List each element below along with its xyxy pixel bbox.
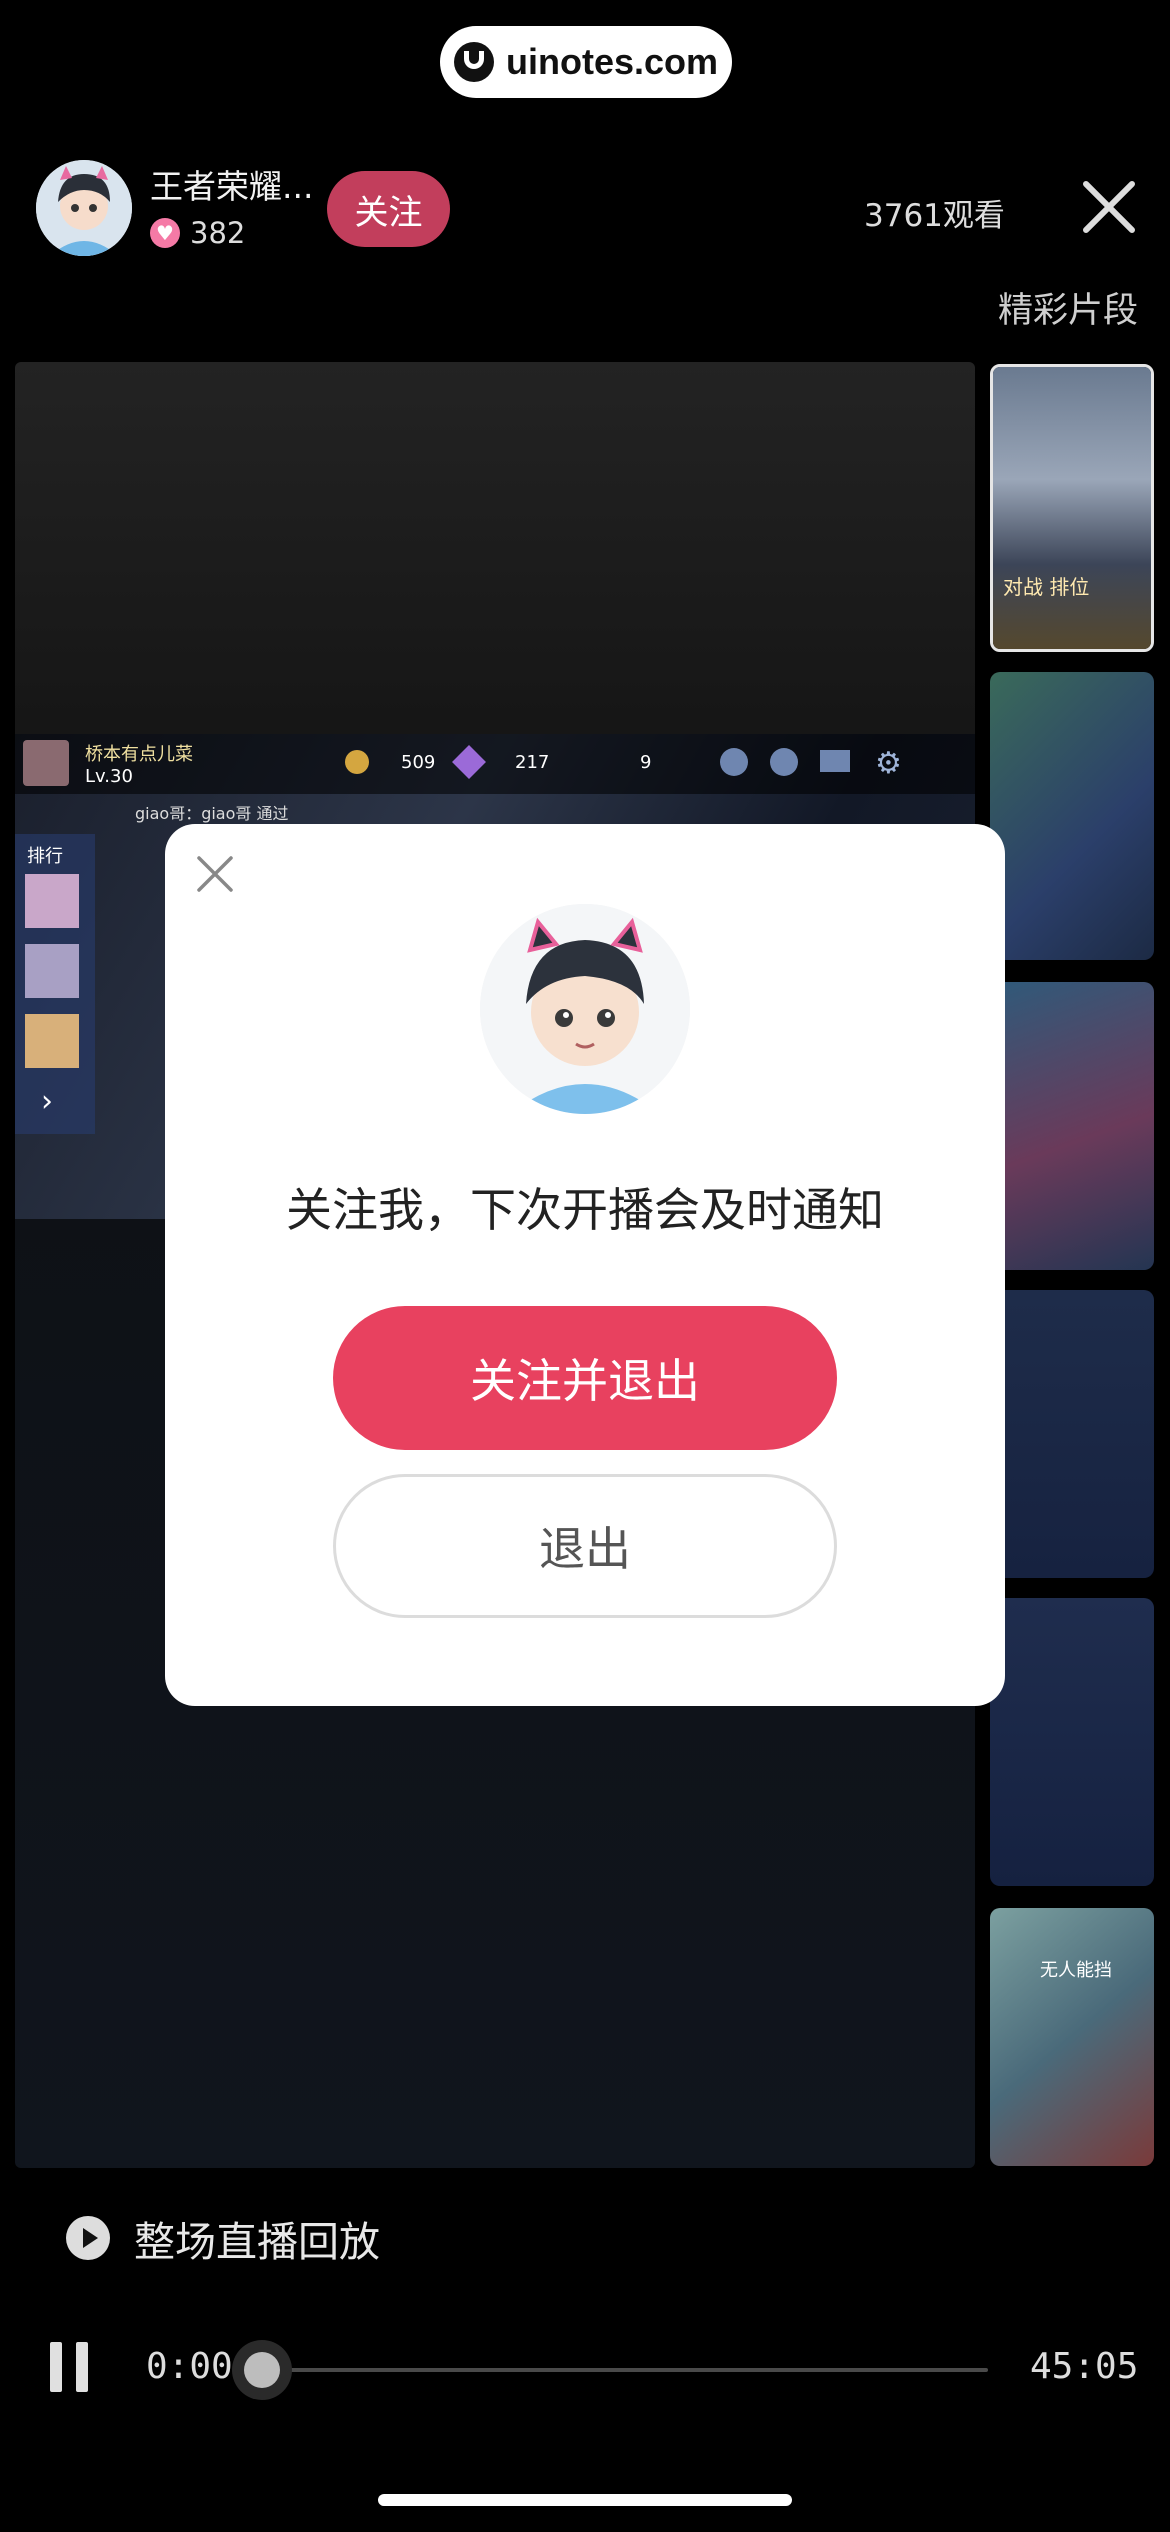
- game-top-bar: 桥本有点儿菜 Lv.30 509 217 9 ⚙: [15, 734, 975, 794]
- gem-icon: [452, 745, 486, 779]
- game-player-name: 桥本有点儿菜: [85, 744, 193, 765]
- game-level: Lv.30: [85, 766, 133, 787]
- rank-avatar: [25, 1014, 79, 1068]
- thumbnail-label: 对战 排位: [1003, 575, 1090, 599]
- thumbnail-label: 无人能挡: [1040, 1960, 1112, 1981]
- current-time: 0:00: [146, 2346, 233, 2387]
- friends-icon: [720, 748, 748, 776]
- game-coins: 509: [401, 752, 436, 773]
- highlight-thumbnail[interactable]: [990, 1598, 1154, 1886]
- settings-gear-icon: ⚙: [875, 746, 902, 781]
- dialog-avatar: [480, 904, 690, 1114]
- rank-avatar: [25, 944, 79, 998]
- game-gems: 217: [515, 752, 550, 773]
- likes-value: 382: [190, 216, 246, 250]
- mail-icon: [820, 750, 850, 772]
- rank-avatar: [25, 874, 79, 928]
- dialog-close-icon[interactable]: [195, 854, 235, 894]
- dialog-message: 关注我，下次开播会及时通知: [286, 1183, 884, 1237]
- coin-icon: [345, 750, 369, 774]
- highlight-thumbnail[interactable]: [990, 982, 1154, 1270]
- highlights-label: 精彩片段: [998, 291, 1139, 331]
- player-avatar: [23, 740, 69, 786]
- highlight-thumbnail[interactable]: [990, 1290, 1154, 1578]
- exit-button[interactable]: 退出: [333, 1474, 837, 1618]
- eye-icon: [770, 748, 798, 776]
- heart-icon: ♥: [150, 218, 180, 248]
- highlight-thumbnail[interactable]: 对战 排位: [990, 364, 1154, 652]
- chevron-right-icon: ›: [41, 1084, 53, 1119]
- likes-count: ♥ 382: [150, 216, 245, 250]
- follow-dialog: 关注我，下次开播会及时通知 关注并退出 退出: [165, 824, 1005, 1706]
- game-chat: giao哥：giao哥 通过: [135, 804, 289, 823]
- progress-slider-knob[interactable]: [232, 2340, 292, 2400]
- progress-track[interactable]: [262, 2368, 988, 2372]
- close-icon[interactable]: [1080, 178, 1138, 236]
- full-replay-label: 整场直播回放: [134, 2218, 380, 2266]
- rank-label: 排行: [27, 846, 63, 867]
- streamer-avatar[interactable]: [36, 160, 132, 256]
- game-tickets: 9: [640, 752, 652, 773]
- highlight-thumbnail[interactable]: 无人能挡: [990, 1908, 1154, 2166]
- streamer-name[interactable]: 王者荣耀...: [150, 160, 313, 208]
- follow-button[interactable]: 关注: [327, 171, 450, 247]
- pause-icon[interactable]: [50, 2342, 90, 2392]
- full-replay-link[interactable]: 整场直播回放: [66, 2208, 380, 2268]
- watermark-text: uinotes.com: [505, 41, 719, 82]
- view-count: 3761观看: [864, 198, 1005, 234]
- home-indicator: [378, 2494, 792, 2506]
- duration: 45:05: [1030, 2346, 1139, 2387]
- rank-panel: 排行 ›: [15, 834, 95, 1134]
- uinotes-logo-icon: [453, 42, 494, 82]
- highlight-thumbnail[interactable]: [990, 672, 1154, 960]
- follow-and-exit-button[interactable]: 关注并退出: [333, 1306, 837, 1450]
- play-circle-icon: [66, 2216, 110, 2260]
- watermark: uinotes.com: [440, 26, 732, 98]
